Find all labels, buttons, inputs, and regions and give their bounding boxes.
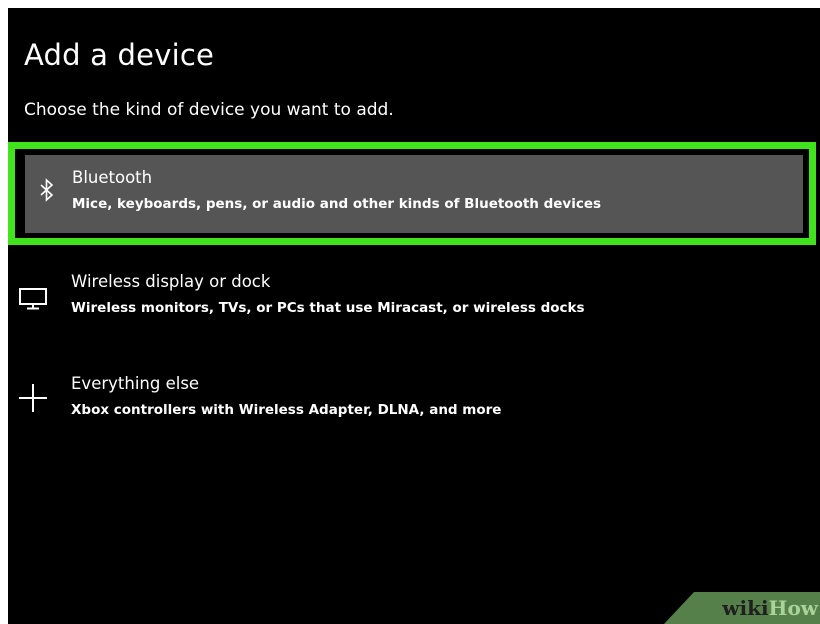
monitor-icon xyxy=(18,284,48,314)
dialog-subtitle: Choose the kind of device you want to ad… xyxy=(24,100,394,120)
option-everything-else-name: Everything else xyxy=(71,374,200,393)
plus-icon xyxy=(18,383,48,413)
option-bluetooth-name: Bluetooth xyxy=(72,168,153,187)
add-device-dialog: Add a device Choose the kind of device y… xyxy=(8,8,820,624)
option-everything-else[interactable]: Everything else Xbox controllers with Wi… xyxy=(8,373,816,433)
option-bluetooth[interactable]: Bluetooth Mice, keyboards, pens, or audi… xyxy=(8,142,816,245)
option-everything-else-description: Xbox controllers with Wireless Adapter, … xyxy=(71,402,502,418)
wikihow-watermark: wiki How xyxy=(664,592,820,624)
option-wireless-display-name: Wireless display or dock xyxy=(71,272,271,291)
watermark-wiki-text: wiki xyxy=(722,596,769,620)
bluetooth-icon xyxy=(32,175,62,205)
option-wireless-display[interactable]: Wireless display or dock Wireless monito… xyxy=(8,268,816,328)
watermark-how-text: How xyxy=(768,596,818,620)
dialog-title: Add a device xyxy=(24,38,215,72)
option-bluetooth-tile[interactable]: Bluetooth Mice, keyboards, pens, or audi… xyxy=(25,155,803,233)
option-bluetooth-description: Mice, keyboards, pens, or audio and othe… xyxy=(72,196,602,212)
option-wireless-display-description: Wireless monitors, TVs, or PCs that use … xyxy=(71,300,585,316)
